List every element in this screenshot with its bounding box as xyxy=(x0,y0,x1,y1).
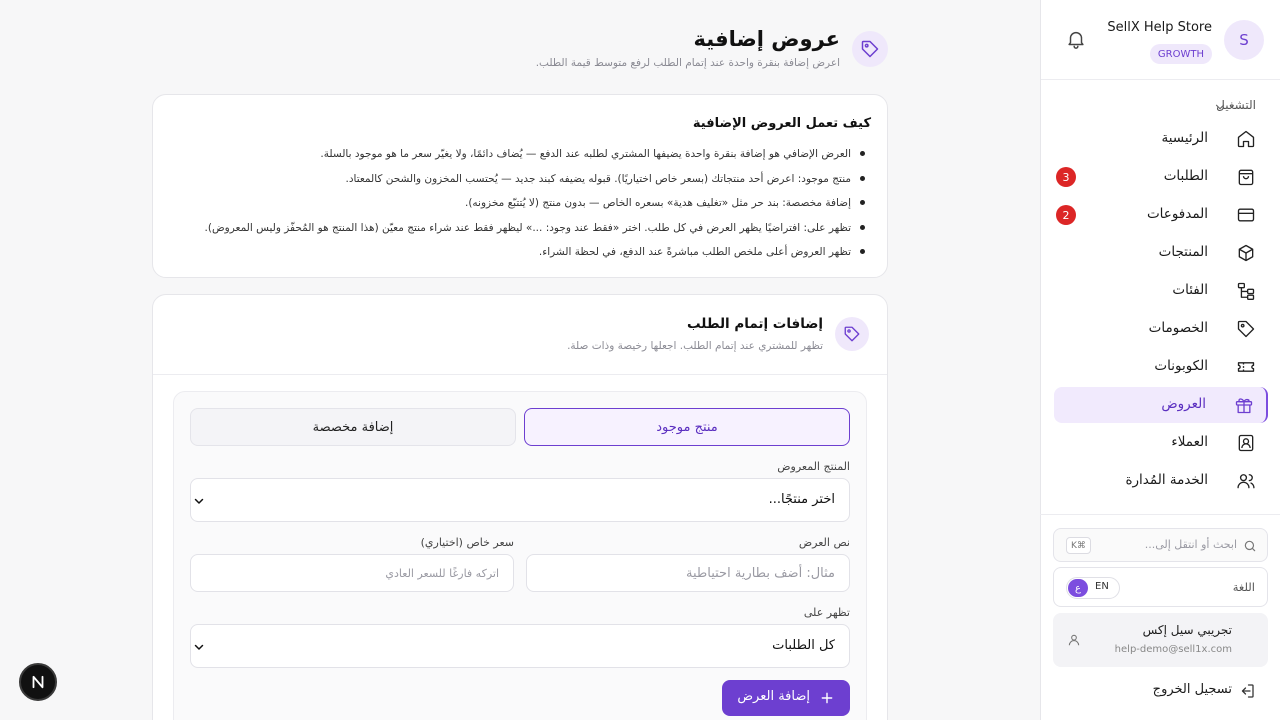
sidebar-item-label: الطلبات xyxy=(1163,168,1208,184)
offer-text-placeholder: مثال: أضف بطارية احتياطية xyxy=(686,566,835,581)
command-search[interactable]: ابحث أو انتقل إلى... K⌘ xyxy=(1053,528,1268,562)
store-name: SellX Help Store xyxy=(1107,20,1212,35)
sidebar-item-label: الخدمة المُدارة xyxy=(1125,472,1208,488)
product-select[interactable]: اختر منتجًا... xyxy=(190,478,850,522)
product-label: المنتج المعروض xyxy=(777,460,850,473)
tag-icon xyxy=(844,326,860,342)
list-item: العرض الإضافي هو إضافة بنقرة واحدة يضيفه… xyxy=(205,145,866,170)
shows-on-select[interactable]: كل الطلبات xyxy=(190,624,850,668)
plus-icon xyxy=(821,692,833,704)
sidebar-item-managed-service[interactable]: الخدمة المُدارة xyxy=(1054,463,1268,499)
sidebar-item-label: العروض xyxy=(1161,396,1206,412)
next-logo-icon xyxy=(32,675,44,689)
sidebar-item-label: الخصومات xyxy=(1148,320,1208,336)
offer-text-label: نص العرض xyxy=(798,536,850,549)
tag-icon xyxy=(861,40,879,58)
gift-icon xyxy=(1235,398,1253,414)
chevron-down-icon xyxy=(194,644,204,650)
sidebar-item-coupons[interactable]: الكوبونات xyxy=(1054,349,1268,385)
sidebar-item-orders[interactable]: الطلبات 3 xyxy=(1054,159,1268,195)
logout-button[interactable]: تسجيل الخروج xyxy=(1153,682,1232,697)
sidebar-item-categories[interactable]: الفئات xyxy=(1054,273,1268,309)
sidebar-item-home[interactable]: الرئيسية xyxy=(1054,121,1268,157)
user-name: تجريبي سيل إكس xyxy=(1142,623,1232,637)
list-item: تظهر العروض أعلى ملخص الطلب مباشرةً عند … xyxy=(205,243,866,268)
card-icon xyxy=(1237,208,1255,222)
logout-icon[interactable] xyxy=(1238,682,1256,700)
search-placeholder: ابحث أو انتقل إلى... xyxy=(1144,538,1237,551)
list-item: منتج موجود: اعرض أحد منتجاتك (بسعر خاص ا… xyxy=(205,170,866,195)
addons-title: إضافات إتمام الطلب xyxy=(687,316,823,332)
shows-on-label: تظهر على xyxy=(803,606,850,619)
bag-icon xyxy=(1238,169,1254,186)
sidebar-item-label: المنتجات xyxy=(1158,244,1208,260)
sidebar-item-payments[interactable]: المدفوعات 2 xyxy=(1054,197,1268,233)
users-icon xyxy=(1237,474,1255,489)
addons-tag-icon-circle xyxy=(835,317,869,351)
box-icon xyxy=(1238,244,1254,262)
page-title: عروض إضافية xyxy=(693,27,840,51)
sidebar-item-label: العملاء xyxy=(1171,434,1208,450)
search-icon xyxy=(1244,540,1256,552)
shows-on-value: كل الطلبات xyxy=(772,638,835,653)
sidebar-item-label: الفئات xyxy=(1172,282,1208,298)
add-offer-label: إضافة العرض xyxy=(737,689,810,704)
tag-icon xyxy=(1237,320,1255,338)
special-price-input[interactable]: اتركه فارغًا للسعر العادي xyxy=(190,554,514,592)
sidebar-item-offers[interactable]: العروض xyxy=(1054,387,1268,423)
list-item: تظهر على: افتراضيًا يظهر العرض في كل طلب… xyxy=(205,219,866,244)
search-shortcut: K⌘ xyxy=(1066,537,1091,554)
user-email: help-demo@sell1x.com xyxy=(1114,644,1232,655)
dev-tools-badge[interactable] xyxy=(19,663,57,701)
store-header: S SellX Help Store GROWTH xyxy=(1041,0,1280,80)
bell-icon[interactable] xyxy=(1065,28,1087,50)
language-row: اللغة ع EN xyxy=(1053,567,1268,607)
payments-count-badge: 2 xyxy=(1056,205,1076,225)
orders-count-badge: 3 xyxy=(1056,167,1076,187)
list-item: إضافة مخصصة: بند حر مثل «تغليف هدية» بسع… xyxy=(205,194,866,219)
addons-subtitle: تظهر للمشتري عند إتمام الطلب. اجعلها رخي… xyxy=(567,340,823,352)
page-tag-icon-circle xyxy=(852,31,888,67)
addons-header: إضافات إتمام الطلب تظهر للمشتري عند إتما… xyxy=(153,295,887,375)
language-option-ar[interactable]: ع xyxy=(1068,579,1088,597)
language-toggle[interactable]: ع EN xyxy=(1066,577,1120,599)
special-price-placeholder: اتركه فارغًا للسعر العادي xyxy=(385,567,499,580)
sidebar-item-products[interactable]: المنتجات xyxy=(1054,235,1268,271)
user-card[interactable]: تجريبي سيل إكس help-demo@sell1x.com xyxy=(1053,613,1268,667)
store-avatar[interactable]: S xyxy=(1224,20,1264,60)
how-it-works-card: كيف تعمل العروض الإضافية العرض الإضافي ه… xyxy=(152,94,888,278)
offer-text-input[interactable]: مثال: أضف بطارية احتياطية xyxy=(526,554,850,592)
plan-badge: GROWTH xyxy=(1149,44,1212,64)
how-it-works-list: العرض الإضافي هو إضافة بنقرة واحدة يضيفه… xyxy=(205,145,866,268)
sidebar-item-label: الرئيسية xyxy=(1161,130,1209,146)
how-it-works-title: كيف تعمل العروض الإضافية xyxy=(692,116,871,131)
contact-card-icon xyxy=(1238,434,1254,452)
chevron-down-icon[interactable] xyxy=(1213,100,1227,114)
user-icon xyxy=(1068,634,1080,646)
sidebar-divider xyxy=(1040,514,1280,515)
sidebar-item-customers[interactable]: العملاء xyxy=(1054,425,1268,461)
ticket-icon xyxy=(1237,362,1255,372)
sidebar-item-label: المدفوعات xyxy=(1146,206,1208,222)
tab-existing-product[interactable]: منتج موجود xyxy=(524,408,850,446)
language-label: اللغة xyxy=(1232,580,1255,594)
tab-custom-addon[interactable]: إضافة مخصصة xyxy=(190,408,516,446)
home-icon xyxy=(1237,130,1255,148)
checkout-addons-card: إضافات إتمام الطلب تظهر للمشتري عند إتما… xyxy=(152,294,888,720)
sidebar-item-label: الكوبونات xyxy=(1154,358,1208,374)
product-select-value: اختر منتجًا... xyxy=(768,492,835,507)
category-tree-icon xyxy=(1237,282,1255,300)
addon-form: منتج موجود إضافة مخصصة المنتج المعروض اخ… xyxy=(173,391,867,720)
language-option-en[interactable]: EN xyxy=(1095,581,1109,592)
page-subtitle: اعرض إضافة بنقرة واحدة عند إتمام الطلب ل… xyxy=(535,57,840,69)
sidebar: S SellX Help Store GROWTH التشغيل الرئيس… xyxy=(1040,0,1280,720)
add-offer-button[interactable]: إضافة العرض xyxy=(722,680,850,716)
special-price-label: سعر خاص (اختياري) xyxy=(420,536,514,549)
chevron-down-icon xyxy=(194,498,204,504)
sidebar-item-discounts[interactable]: الخصومات xyxy=(1054,311,1268,347)
